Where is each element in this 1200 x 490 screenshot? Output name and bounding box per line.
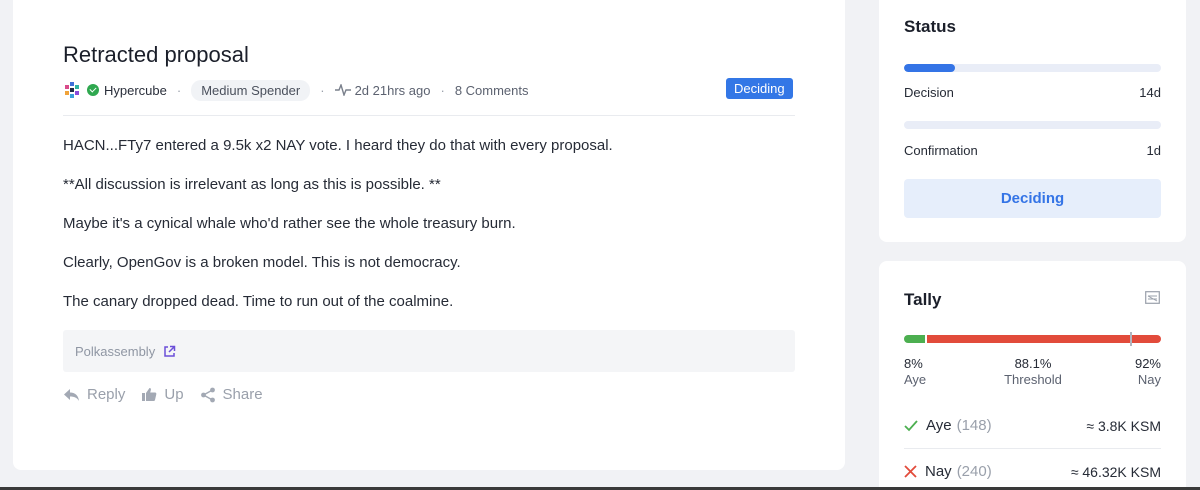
share-label: Share xyxy=(222,386,263,403)
activity-icon xyxy=(334,84,351,96)
body-paragraph: Maybe it's a cynical whale who'd rather … xyxy=(63,215,516,232)
x-icon xyxy=(904,465,917,478)
decision-value: 14d xyxy=(1139,85,1161,100)
chart-view-icon[interactable] xyxy=(1145,291,1160,304)
up-label: Up xyxy=(164,386,184,403)
nay-legend: 92% Nay xyxy=(1135,356,1161,388)
threshold-legend-label: Threshold xyxy=(1004,372,1062,387)
source-label[interactable]: Polkassembly xyxy=(75,344,155,359)
tally-card: Tally 8% Aye 88.1% Threshold 92% Nay Aye… xyxy=(879,261,1186,490)
tally-aye-segment xyxy=(904,335,925,343)
nay-legend-label: Nay xyxy=(1137,372,1161,387)
confirmation-label: Confirmation xyxy=(904,143,978,158)
body-paragraph: HACN...FTy7 entered a 9.5k x2 NAY vote. … xyxy=(63,137,613,154)
check-icon xyxy=(904,419,918,431)
aye-count: (148) xyxy=(956,417,992,434)
aye-legend: 8% Aye xyxy=(904,356,926,388)
meta-separator: · xyxy=(440,82,445,98)
aye-legend-label: Aye xyxy=(904,372,927,387)
confirmation-progress-bar xyxy=(904,121,1161,129)
time-ago: 2d 21hrs ago xyxy=(354,82,431,98)
post-title: Retracted proposal xyxy=(63,42,249,67)
post-meta: Hypercube · Medium Spender · 2d 21hrs ag… xyxy=(63,79,529,101)
source-link-box[interactable]: Polkassembly xyxy=(63,330,795,372)
confirmation-value: 1d xyxy=(1146,143,1161,158)
divider xyxy=(904,448,1161,449)
status-title: Status xyxy=(904,17,956,36)
hypercube-avatar-icon[interactable] xyxy=(63,81,81,99)
threshold-marker xyxy=(1130,332,1132,346)
role-tag: Medium Spender xyxy=(191,79,311,101)
external-link-icon[interactable] xyxy=(163,345,176,358)
aye-amount: ≈ 3.8K KSM xyxy=(1086,417,1161,434)
aye-votes-row[interactable]: Aye (148) ≈ 3.8K KSM xyxy=(904,417,1161,434)
divider xyxy=(63,115,795,116)
decision-label: Decision xyxy=(904,85,954,100)
author-name[interactable]: Hypercube xyxy=(104,83,167,98)
threshold-legend: 88.1% Threshold xyxy=(993,356,1073,388)
reply-icon xyxy=(64,388,79,401)
status-badge: Deciding xyxy=(726,78,793,99)
post-card: Retracted proposal Hypercube · Medium Sp… xyxy=(13,0,845,470)
tally-title: Tally xyxy=(904,290,942,309)
decision-progress-bar xyxy=(904,64,1161,72)
comments-link[interactable]: 8 Comments xyxy=(455,83,529,98)
decision-progress-fill xyxy=(904,64,956,72)
reply-label: Reply xyxy=(87,386,126,403)
upvote-button[interactable]: Up xyxy=(141,386,184,403)
body-paragraph: **All discussion is irrelevant as long a… xyxy=(63,176,441,193)
nay-count: (240) xyxy=(956,463,992,480)
post-body: HACN...FTy7 entered a 9.5k x2 NAY vote. … xyxy=(63,136,613,331)
deciding-button[interactable]: Deciding xyxy=(904,179,1161,218)
status-card: Status Decision 14d Confirmation 1d Deci… xyxy=(879,0,1186,242)
body-paragraph: Clearly, OpenGov is a broken model. This… xyxy=(63,254,461,271)
share-icon xyxy=(200,387,215,402)
tally-bar xyxy=(904,335,1161,343)
verified-check-icon xyxy=(87,84,99,96)
post-actions: Reply Up Share xyxy=(63,386,279,403)
nay-row-label: Nay xyxy=(925,463,952,480)
nay-amount: ≈ 46.32K KSM xyxy=(1070,463,1161,480)
meta-separator: · xyxy=(176,82,182,98)
aye-row-label: Aye xyxy=(926,417,952,434)
share-button[interactable]: Share xyxy=(200,386,263,403)
tally-nay-segment xyxy=(927,335,1161,343)
reply-button[interactable]: Reply xyxy=(63,386,125,403)
body-paragraph: The canary dropped dead. Time to run out… xyxy=(63,293,454,310)
aye-percent: 8% xyxy=(904,356,923,371)
thumbs-up-icon xyxy=(142,388,157,401)
nay-votes-row[interactable]: Nay (240) ≈ 46.32K KSM xyxy=(904,463,1161,480)
meta-separator: · xyxy=(320,82,325,98)
nay-percent: 92% xyxy=(1134,356,1161,371)
threshold-percent: 88.1% xyxy=(1014,356,1052,371)
